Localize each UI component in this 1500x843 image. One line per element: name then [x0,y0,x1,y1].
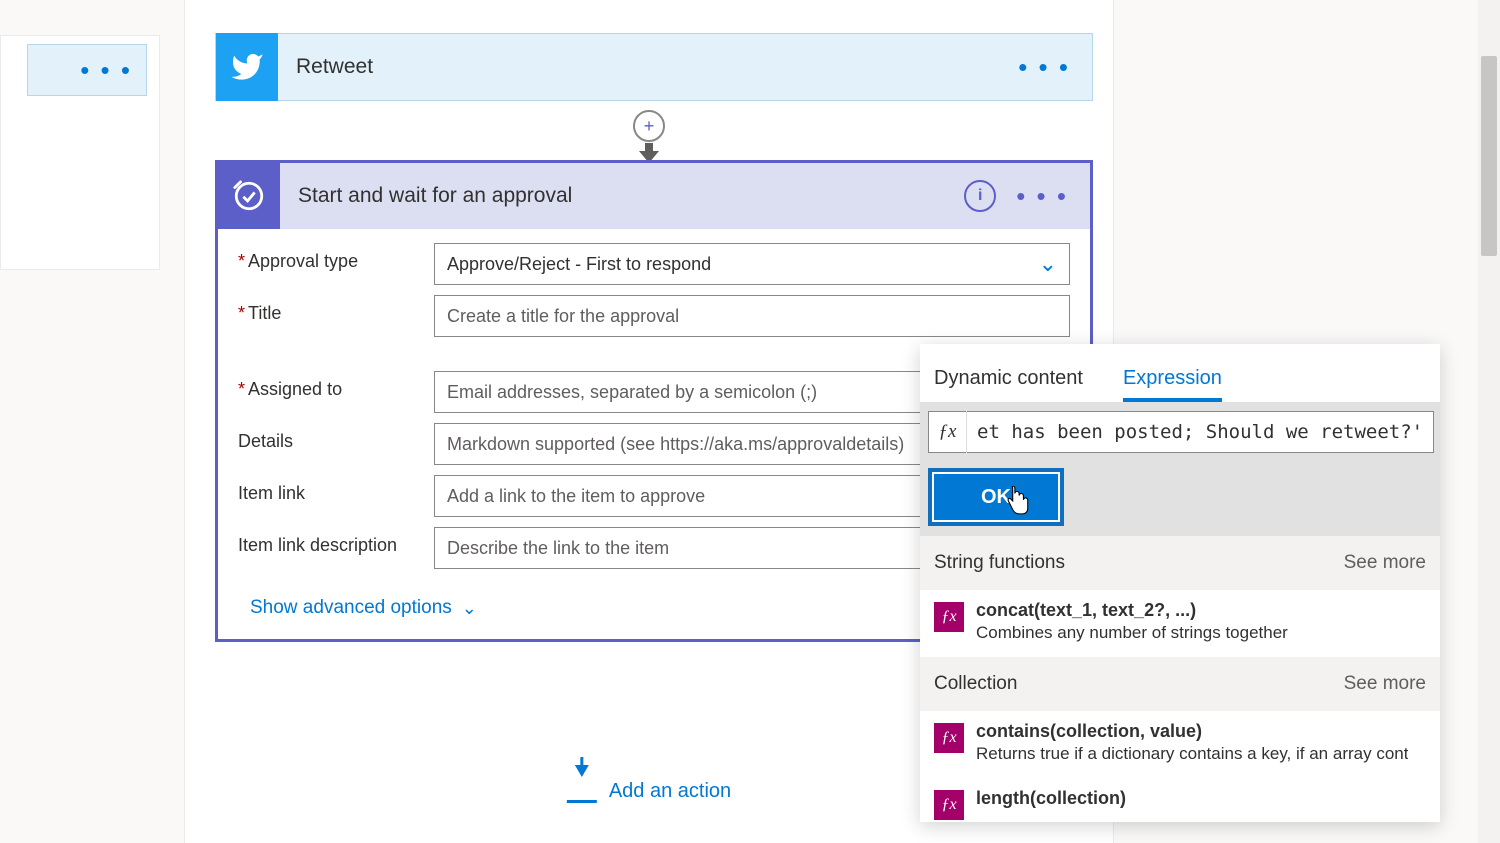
info-icon[interactable]: i [964,180,996,212]
expression-bar: ƒx et has been posted; Should we retweet… [920,402,1440,462]
function-signature: concat(text_1, text_2?, ...) [976,600,1288,621]
add-action-button[interactable]: Add an action [567,779,731,803]
category-label: Collection [934,673,1017,695]
page-scrollbar[interactable] [1478,0,1500,843]
title-label: Title [238,295,434,324]
expression-input[interactable]: ƒx et has been posted; Should we retweet… [928,411,1434,453]
item-link-desc-label: Item link description [238,527,434,556]
function-signature: contains(collection, value) [976,721,1408,742]
flyout-tabs: Dynamic content Expression [920,344,1440,402]
retweet-action-card[interactable]: Retweet • • • [215,33,1093,101]
tab-expression[interactable]: Expression [1123,367,1222,402]
add-action-label: Add an action [609,780,731,803]
function-contains[interactable]: ƒx contains(collection, value) Returns t… [920,711,1440,778]
retweet-card-title: Retweet [278,55,1018,79]
expression-text[interactable]: et has been posted; Should we retweet?' [967,421,1433,443]
item-link-label: Item link [238,475,434,504]
trigger-card-header[interactable]: • • • [27,44,147,96]
approval-icon [218,163,280,229]
expression-flyout: Dynamic content Expression ƒx et has bee… [920,344,1440,822]
approval-type-select[interactable]: Approve/Reject - First to respond ⌄ [434,243,1070,285]
cursor-hand-icon [1004,486,1030,522]
approval-card-header[interactable]: Start and wait for an approval i • • • [218,163,1090,229]
show-advanced-options-link[interactable]: Show advanced options ⌄ [250,597,477,619]
insert-action-icon [567,779,597,803]
approval-type-value: Approve/Reject - First to respond [447,254,711,275]
show-advanced-label: Show advanced options [250,597,452,619]
see-more-link[interactable]: See more [1344,552,1426,574]
fx-icon: ƒx [934,723,964,753]
fx-icon: ƒx [934,602,964,632]
ok-button-focus-ring: OK [928,468,1064,526]
category-string-functions: String functions See more [920,536,1440,590]
fx-icon: ƒx [934,790,964,820]
function-length[interactable]: ƒx length(collection) [920,778,1440,822]
approval-type-label: Approval type [238,243,434,272]
title-input[interactable] [434,295,1070,337]
chevron-down-icon: ⌄ [1039,251,1057,277]
ok-button[interactable]: OK [932,472,1060,522]
tab-dynamic-content[interactable]: Dynamic content [934,367,1083,402]
twitter-icon [216,33,278,101]
fx-icon: ƒx [929,411,967,453]
category-collection: Collection See more [920,657,1440,711]
chevron-down-icon: ⌄ [462,598,477,619]
function-description: Returns true if a dictionary contains a … [976,744,1408,764]
function-description: Combines any number of strings together [976,623,1288,643]
approval-card-title: Start and wait for an approval [280,184,964,208]
assigned-to-label: Assigned to [238,371,434,400]
category-label: String functions [934,552,1065,574]
function-signature: length(collection) [976,788,1126,809]
trigger-card-partial: • • • [0,35,160,270]
details-label: Details [238,423,434,452]
scrollbar-thumb[interactable] [1481,56,1497,256]
see-more-link[interactable]: See more [1344,673,1426,695]
expression-ok-row: OK [920,462,1440,536]
add-step-button[interactable]: + [633,110,665,142]
more-icon[interactable]: • • • [1016,181,1090,212]
function-concat[interactable]: ƒx concat(text_1, text_2?, ...) Combines… [920,590,1440,657]
